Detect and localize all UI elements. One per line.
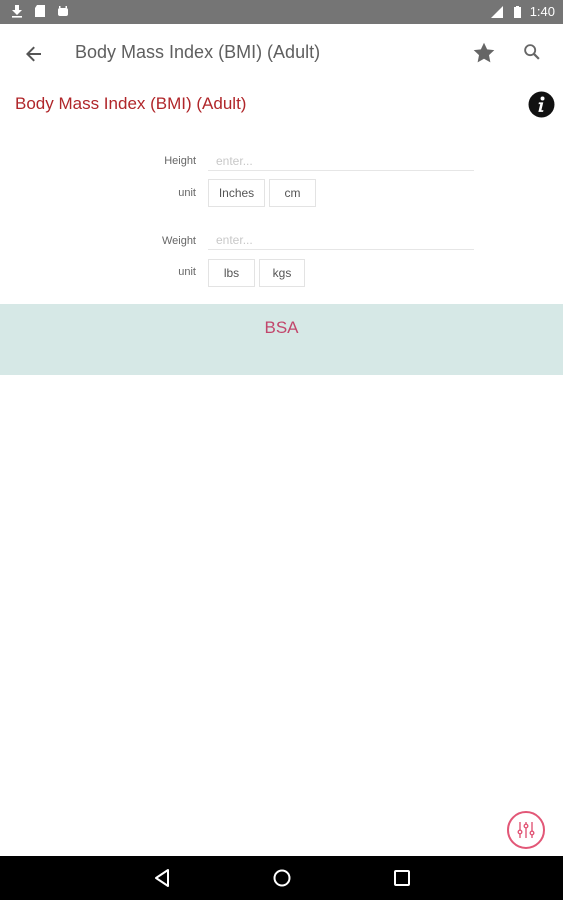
star-icon[interactable] xyxy=(471,40,497,66)
app-bar: Body Mass Index (BMI) (Adult) xyxy=(0,24,563,81)
weight-label: Weight xyxy=(161,235,196,247)
result-label: BSA xyxy=(264,318,299,337)
settings-fab-button[interactable] xyxy=(507,811,545,849)
status-time: 1:40 xyxy=(529,4,555,19)
signal-icon xyxy=(490,5,503,18)
height-unit-inches-button[interactable]: Inches xyxy=(208,179,265,207)
info-icon[interactable] xyxy=(528,91,555,118)
height-label: Height xyxy=(164,155,196,167)
height-unit-cm-button[interactable]: cm xyxy=(269,179,316,207)
battery-icon xyxy=(513,5,521,18)
search-icon[interactable] xyxy=(521,41,543,63)
weight-unit-lbs-button[interactable]: lbs xyxy=(208,259,255,287)
sd-card-icon xyxy=(35,5,45,17)
back-arrow-icon[interactable] xyxy=(22,42,46,66)
sliders-icon xyxy=(517,822,535,838)
home-circle-icon[interactable] xyxy=(271,867,293,889)
status-bar: 1:40 xyxy=(0,0,563,24)
navigation-bar xyxy=(0,856,563,900)
android-icon xyxy=(58,6,68,16)
status-left-icons xyxy=(10,4,70,18)
download-icon xyxy=(12,5,22,18)
recents-square-icon[interactable] xyxy=(391,867,413,889)
app-bar-title: Body Mass Index (BMI) (Adult) xyxy=(75,42,321,62)
weight-unit-label: unit xyxy=(178,266,196,278)
back-triangle-icon[interactable] xyxy=(152,867,174,889)
page-heading: Body Mass Index (BMI) (Adult) xyxy=(15,94,247,113)
weight-unit-kgs-button[interactable]: kgs xyxy=(259,259,305,287)
height-input[interactable] xyxy=(208,151,474,171)
status-right-icons: 1:40 xyxy=(490,4,555,19)
height-unit-label: unit xyxy=(178,187,196,199)
result-panel: BSA xyxy=(0,304,563,375)
weight-input[interactable] xyxy=(208,230,474,250)
